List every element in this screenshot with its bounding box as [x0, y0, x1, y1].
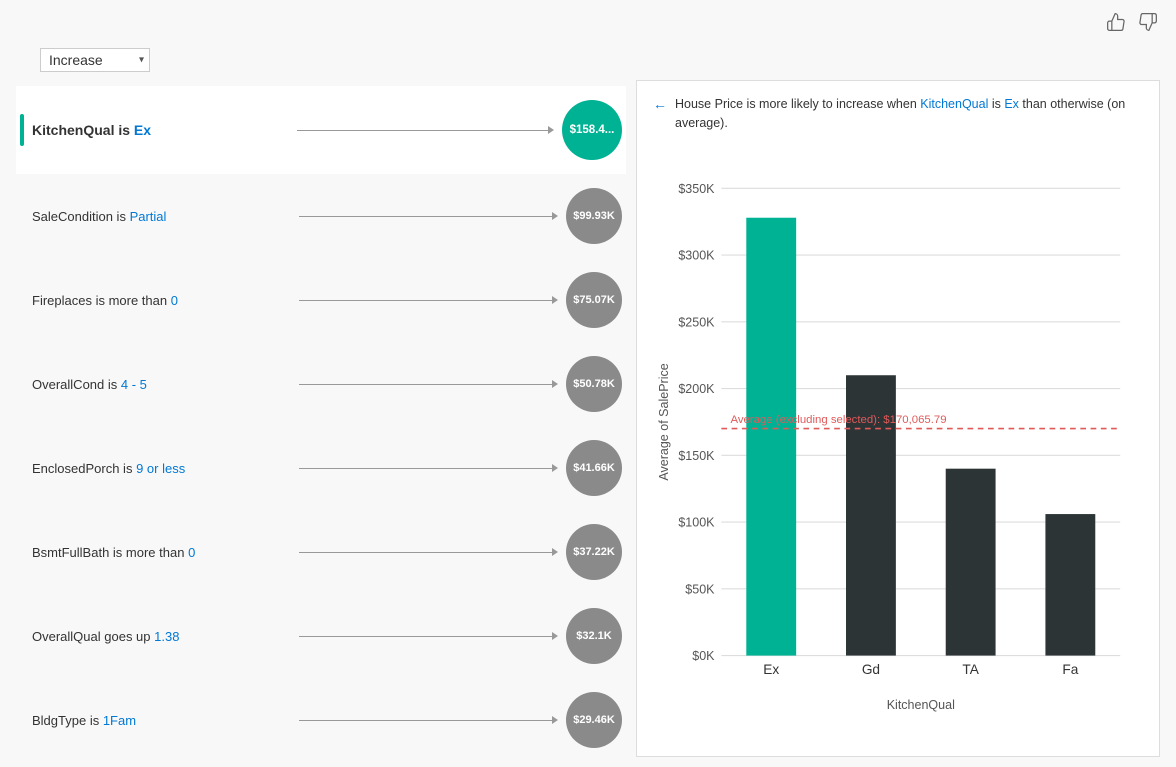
influencer-row[interactable]: KitchenQual is Ex $158.4...: [16, 86, 626, 174]
svg-text:$100K: $100K: [678, 515, 715, 529]
line-connector: [299, 548, 558, 556]
influencer-label: BsmtFullBath is more than 0: [32, 545, 291, 560]
arrow-head-icon: [552, 716, 558, 724]
influencer-label: OverallQual goes up 1.38: [32, 629, 291, 644]
line-connector: [299, 212, 558, 220]
influencer-row[interactable]: BldgType is 1Fam $29.46K: [16, 678, 626, 757]
right-panel: ← House Price is more likely to increase…: [636, 80, 1160, 757]
arrow-head-icon: [552, 212, 558, 220]
bar-ex[interactable]: [746, 217, 796, 655]
main-container: Increase Decrease ▾ KitchenQual is Ex $1…: [0, 0, 1176, 767]
chart-area: $0K $50K $100K $150K $200K $250K $300K $350K Ex G…: [653, 143, 1143, 747]
header-icons: [1104, 10, 1160, 34]
svg-text:$250K: $250K: [678, 315, 715, 329]
bar-chart: $0K $50K $100K $150K $200K $250K $300K $350K Ex G…: [653, 143, 1143, 747]
bar-ta[interactable]: [946, 468, 996, 655]
value-bubble: $29.46K: [566, 692, 622, 748]
connector-line: [299, 636, 552, 637]
svg-text:Ex: Ex: [763, 661, 779, 676]
value-bubble: $37.22K: [566, 524, 622, 580]
influencer-label: Fireplaces is more than 0: [32, 293, 291, 308]
svg-text:$0K: $0K: [692, 649, 715, 663]
svg-text:TA: TA: [962, 661, 979, 676]
svg-text:Fa: Fa: [1062, 661, 1078, 676]
average-line-label: Average (excluding selected): $170,065.7…: [730, 413, 946, 425]
question-row: Increase Decrease ▾: [16, 38, 1160, 80]
influencer-row[interactable]: Fireplaces is more than 0 $75.07K: [16, 258, 626, 342]
value-bubble: $158.4...: [562, 100, 622, 160]
influencer-label: OverallCond is 4 - 5: [32, 377, 291, 392]
left-panel: KitchenQual is Ex $158.4... SaleConditio…: [16, 80, 626, 757]
right-title: House Price is more likely to increase w…: [675, 95, 1143, 133]
svg-text:$350K: $350K: [678, 181, 715, 195]
influencer-list: KitchenQual is Ex $158.4... SaleConditio…: [16, 86, 626, 757]
tabs: [16, 19, 40, 25]
content-area: KitchenQual is Ex $158.4... SaleConditio…: [16, 80, 1160, 757]
arrow-head-icon: [552, 632, 558, 640]
influencer-label: KitchenQual is Ex: [32, 122, 289, 138]
back-arrow-icon[interactable]: ←: [653, 96, 667, 112]
value-bubble: $32.1K: [566, 608, 622, 664]
influencer-row[interactable]: BsmtFullBath is more than 0 $37.22K: [16, 510, 626, 594]
influencer-row[interactable]: OverallCond is 4 - 5 $50.78K: [16, 342, 626, 426]
connector-line: [299, 384, 552, 385]
connector-line: [297, 130, 548, 131]
influencer-label: SaleCondition is Partial: [32, 209, 291, 224]
influencer-row[interactable]: OverallQual goes up 1.38 $32.1K: [16, 594, 626, 678]
tabs-row: [16, 10, 1160, 38]
svg-text:Gd: Gd: [862, 661, 880, 676]
arrow-head-icon: [548, 126, 554, 134]
connector-line: [299, 720, 552, 721]
svg-text:$50K: $50K: [685, 582, 715, 596]
arrow-head-icon: [552, 548, 558, 556]
value-bubble: $50.78K: [566, 356, 622, 412]
value-bubble: $41.66K: [566, 440, 622, 496]
line-connector: [299, 464, 558, 472]
line-connector: [297, 126, 554, 134]
svg-text:$150K: $150K: [678, 448, 715, 462]
thumbs-up-icon[interactable]: [1104, 10, 1128, 34]
arrow-head-icon: [552, 464, 558, 472]
arrow-head-icon: [552, 296, 558, 304]
influence-dropdown[interactable]: Increase Decrease: [40, 48, 150, 72]
value-bubble: $99.93K: [566, 188, 622, 244]
line-connector: [299, 296, 558, 304]
title-highlight: Ex: [1004, 97, 1019, 111]
connector-line: [299, 468, 552, 469]
connector-line: [299, 216, 552, 217]
title-highlight: KitchenQual: [920, 97, 988, 111]
value-bubble: $75.07K: [566, 272, 622, 328]
influencer-row[interactable]: EnclosedPorch is 9 or less $41.66K: [16, 426, 626, 510]
selected-indicator: [20, 114, 24, 146]
svg-text:$300K: $300K: [678, 248, 715, 262]
arrow-head-icon: [552, 380, 558, 388]
x-axis-label: KitchenQual: [887, 698, 955, 712]
thumbs-down-icon[interactable]: [1136, 10, 1160, 34]
connector-line: [299, 552, 552, 553]
connector-line: [299, 300, 552, 301]
right-header: ← House Price is more likely to increase…: [653, 95, 1143, 133]
line-connector: [299, 716, 558, 724]
influencer-label: BldgType is 1Fam: [32, 713, 291, 728]
influencer-row[interactable]: SaleCondition is Partial $99.93K: [16, 174, 626, 258]
y-axis-label: Average of SalePrice: [657, 363, 671, 480]
line-connector: [299, 380, 558, 388]
influence-dropdown-wrapper: Increase Decrease ▾: [40, 48, 150, 72]
line-connector: [299, 632, 558, 640]
influencer-label: EnclosedPorch is 9 or less: [32, 461, 291, 476]
svg-text:$200K: $200K: [678, 382, 715, 396]
bar-fa[interactable]: [1045, 514, 1095, 655]
